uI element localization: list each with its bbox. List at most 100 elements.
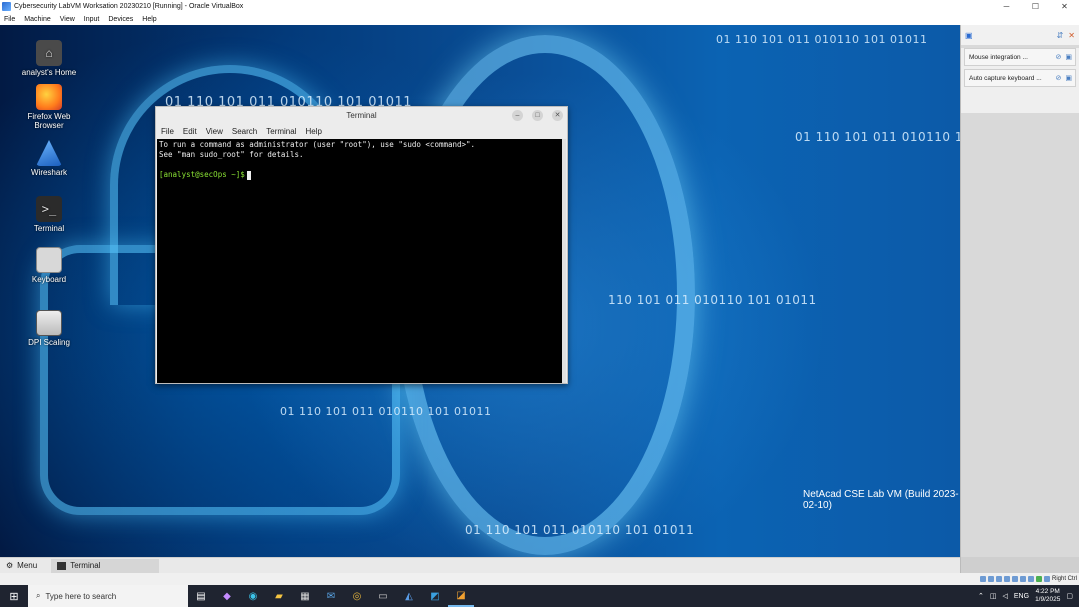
virtualbox-menubar: File Machine View Input Devices Help	[0, 13, 1079, 25]
terminal-line: See "man sudo_root" for details.	[159, 150, 304, 159]
mail-icon[interactable]: ✉	[318, 585, 344, 607]
guest-menu-label: Menu	[17, 561, 38, 570]
wallpaper-binary-text: 01 110 101 011 010110 101 01011	[716, 33, 928, 46]
terminal-icon	[57, 561, 67, 570]
virtualbox-logo-icon	[2, 2, 11, 11]
network-status-icon[interactable]	[1003, 576, 1010, 582]
close-icon[interactable]: ✕	[1068, 31, 1075, 40]
terminal-menu-file[interactable]: File	[161, 127, 174, 136]
virtualbox-statusbar-left	[0, 573, 960, 585]
desktop-icon-home[interactable]: ⌂ analyst's Home	[19, 40, 79, 77]
windows-start-button[interactable]: ⊞	[0, 590, 28, 603]
notifications-icon[interactable]: ▢	[1066, 592, 1073, 600]
language-indicator[interactable]: ENG	[1014, 593, 1029, 600]
show-hidden-icons-icon[interactable]: ⌃	[978, 592, 984, 600]
desktop-icon-firefox[interactable]: Firefox Web Browser	[19, 84, 79, 130]
search-icon: ⌕	[36, 591, 41, 600]
menu-view[interactable]: View	[60, 16, 75, 23]
display-icon	[36, 310, 62, 336]
terminal-prompt-line: [analyst@secOps ~]$	[159, 170, 563, 180]
desktop-icon-label: Firefox Web Browser	[27, 112, 71, 130]
terminal-menu-help[interactable]: Help	[305, 127, 321, 136]
terminal-menu-terminal[interactable]: Terminal	[266, 127, 296, 136]
virtualbox-titlebar: Cybersecurity LabVM Worksation 20230210 …	[0, 0, 1079, 13]
desktop-icon-wireshark[interactable]: Wireshark	[19, 140, 79, 177]
terminal-icon: >_	[36, 196, 62, 222]
clock[interactable]: 4:22 PM 1/9/2025	[1035, 588, 1060, 604]
terminal-close-button[interactable]: ✕	[552, 110, 563, 121]
virtualbox-statusbar: Right Ctrl	[960, 573, 1079, 585]
build-label: NetAcad CSE Lab VM (Build 2023-02-10)	[803, 489, 959, 511]
host-key-label[interactable]: Right Ctrl	[1052, 576, 1077, 582]
desktop-icon-label: DPI Scaling	[28, 338, 70, 347]
menu-icon: ⚙	[6, 561, 14, 570]
terminal-maximize-button[interactable]: □	[532, 110, 543, 121]
audio-status-icon[interactable]	[995, 576, 1002, 582]
copilot-icon[interactable]: ◆	[214, 585, 240, 607]
wallpaper-binary-text: 01 110 101 011 010110 101 01011	[280, 405, 492, 418]
menu-machine[interactable]: Machine	[24, 16, 50, 23]
clock-date: 1/9/2025	[1035, 596, 1061, 603]
terminal-window[interactable]: Terminal – □ ✕ File Edit View Search Ter…	[155, 106, 568, 384]
terminal-app-icon[interactable]: ▭	[370, 585, 396, 607]
terminal-titlebar[interactable]: Terminal – □ ✕	[156, 107, 567, 124]
minimize-button[interactable]: ─	[992, 2, 1021, 11]
desktop-icon-label: analyst's Home	[21, 68, 77, 77]
menu-file[interactable]: File	[4, 16, 15, 23]
shared-folders-status-icon[interactable]	[1019, 576, 1026, 582]
mute-icon[interactable]: ⊘	[1056, 74, 1062, 82]
system-tray: ⌃ ◫ ◁ ENG 4:22 PM 1/9/2025 ▢	[978, 588, 1079, 604]
terminal-menu-edit[interactable]: Edit	[183, 127, 197, 136]
recording-status-icon[interactable]	[1035, 576, 1042, 582]
close-button[interactable]: ✕	[1050, 2, 1079, 11]
terminal-minimize-button[interactable]: –	[512, 110, 523, 121]
window-title: Cybersecurity LabVM Worksation 20230210 …	[14, 3, 244, 10]
vscode-icon[interactable]: ◩	[422, 585, 448, 607]
dismiss-icon[interactable]: ▣	[1065, 53, 1072, 61]
cpu-status-icon[interactable]	[1043, 576, 1050, 582]
optical-drive-status-icon[interactable]	[987, 576, 994, 582]
keyboard-icon	[36, 247, 62, 273]
desktop-icon-dpi-scaling[interactable]: DPI Scaling	[19, 310, 79, 347]
chrome-icon[interactable]: ◎	[344, 585, 370, 607]
desktop-icon-label: Keyboard	[31, 275, 67, 284]
task-view-icon[interactable]: ▤	[188, 585, 214, 607]
edge-icon[interactable]: ◉	[240, 585, 266, 607]
file-explorer-icon[interactable]: ▰	[266, 585, 292, 607]
menu-input[interactable]: Input	[84, 16, 100, 23]
virtualbox-notification-panel: ▣ ⇵ ✕ Mouse integration ... ⊘ ▣ Auto capt…	[960, 25, 1079, 573]
terminal-menubar: File Edit View Search Terminal Help	[156, 124, 567, 138]
notification-mouse-integration[interactable]: Mouse integration ... ⊘ ▣	[964, 48, 1076, 66]
maximize-button[interactable]: ☐	[1021, 2, 1050, 11]
terminal-scrollbar[interactable]	[562, 139, 566, 383]
terminal-menu-view[interactable]: View	[206, 127, 223, 136]
wireshark-app-icon[interactable]: ◭	[396, 585, 422, 607]
pin-icon[interactable]: ⇵	[1057, 31, 1064, 40]
display-status-icon[interactable]	[1027, 576, 1034, 582]
store-icon[interactable]: ▦	[292, 585, 318, 607]
hard-disk-status-icon[interactable]	[979, 576, 986, 582]
firefox-icon	[36, 84, 62, 110]
terminal-output[interactable]: To run a command as administrator (user …	[157, 139, 563, 383]
menu-help[interactable]: Help	[142, 16, 156, 23]
usb-status-icon[interactable]	[1011, 576, 1018, 582]
network-icon[interactable]: ◫	[990, 592, 997, 600]
wallpaper-binary-text: 01 110 101 011 010110 101 01011	[795, 130, 960, 144]
mute-icon[interactable]: ⊘	[1056, 53, 1062, 61]
dismiss-icon[interactable]: ▣	[1065, 74, 1072, 82]
desktop-icon-terminal[interactable]: >_ Terminal	[19, 196, 79, 233]
notification-list: Mouse integration ... ⊘ ▣ Auto capture ke…	[961, 48, 1079, 113]
volume-icon[interactable]: ◁	[1003, 592, 1008, 600]
notification-auto-capture-keyboard[interactable]: Auto capture keyboard ... ⊘ ▣	[964, 69, 1076, 87]
menu-devices[interactable]: Devices	[108, 16, 133, 23]
terminal-title: Terminal	[346, 111, 377, 120]
virtualbox-app-icon[interactable]: ◪	[448, 585, 474, 607]
terminal-line: To run a command as administrator (user …	[159, 140, 476, 149]
guest-menu-button[interactable]: ⚙ Menu	[0, 561, 43, 570]
guest-task-terminal[interactable]: Terminal	[51, 558, 160, 573]
terminal-menu-search[interactable]: Search	[232, 127, 257, 136]
notification-center-icon[interactable]: ▣	[965, 31, 973, 40]
terminal-prompt: [analyst@secOps ~]$	[159, 170, 245, 179]
windows-search-box[interactable]: ⌕ Type here to search	[28, 585, 188, 607]
desktop-icon-keyboard[interactable]: Keyboard	[19, 247, 79, 284]
